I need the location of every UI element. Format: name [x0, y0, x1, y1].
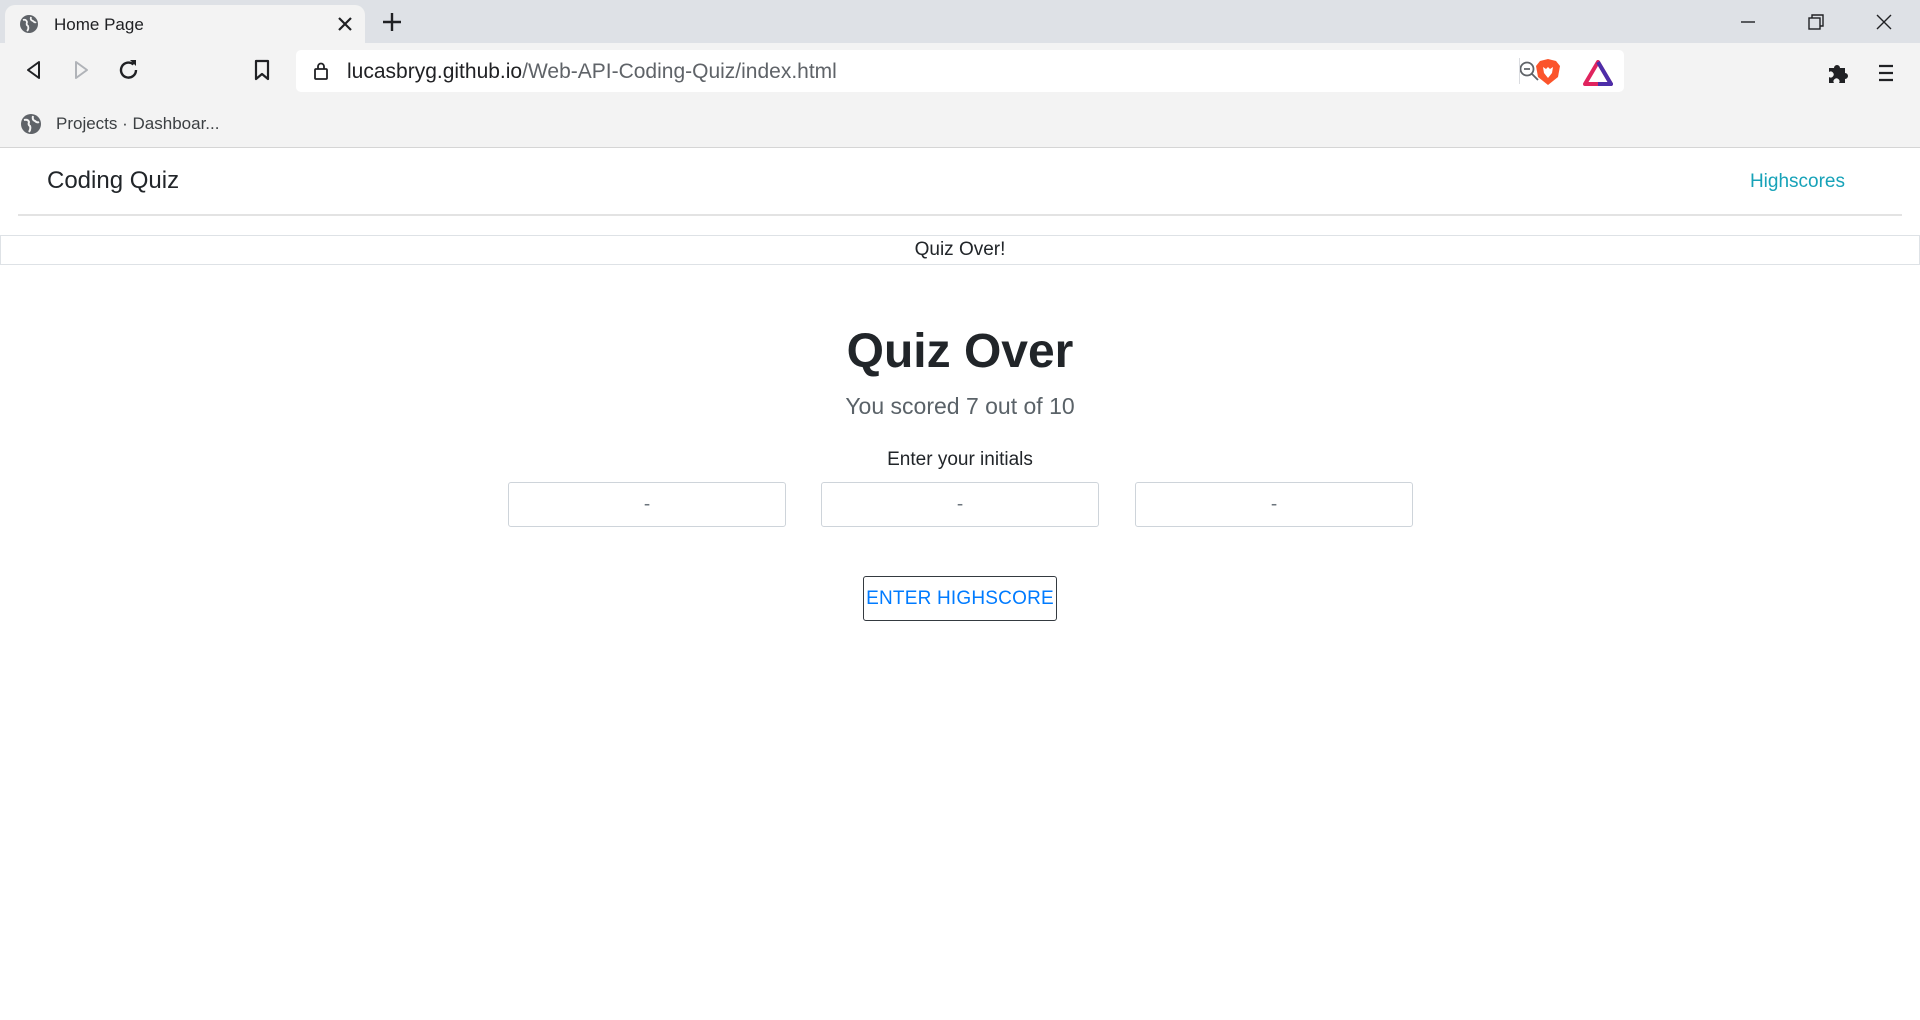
lock-icon[interactable]	[312, 61, 330, 81]
bookmarks-bar: Projects · Dashboar...	[0, 100, 1920, 148]
initial-input-3[interactable]	[1135, 482, 1413, 527]
close-tab-icon[interactable]	[335, 14, 355, 34]
omnibox-separator	[1519, 58, 1520, 84]
globe-icon	[20, 15, 38, 33]
minimize-icon[interactable]	[1736, 10, 1760, 34]
status-alert: Quiz Over!	[0, 235, 1920, 265]
address-bar[interactable]: lucasbryg.github.io/Web-API-Coding-Quiz/…	[296, 50, 1624, 92]
url-path: /Web-API-Coding-Quiz/index.html	[522, 60, 837, 83]
new-tab-icon[interactable]	[381, 11, 403, 33]
tab-home-page[interactable]: Home Page	[5, 5, 365, 43]
globe-icon	[21, 114, 41, 134]
brave-rewards-icon[interactable]	[1583, 60, 1613, 86]
browser-toolbar: lucasbryg.github.io/Web-API-Coding-Quiz/…	[0, 43, 1920, 100]
back-icon[interactable]	[20, 56, 48, 84]
menu-icon[interactable]	[1873, 60, 1899, 86]
site-brand[interactable]: Coding Quiz	[47, 167, 179, 195]
highscores-link[interactable]: Highscores	[1750, 171, 1845, 193]
site-navbar: Coding Quiz Highscores	[18, 149, 1902, 216]
score-text: You scored 7 out of 10	[845, 393, 1075, 419]
reload-icon[interactable]	[115, 56, 143, 84]
initial-input-2[interactable]	[821, 482, 1099, 527]
enter-highscore-button[interactable]: ENTER HIGHSCORE	[863, 576, 1057, 621]
page-title: Quiz Over	[846, 325, 1074, 378]
initial-input-1[interactable]	[508, 482, 786, 527]
tab-title: Home Page	[54, 15, 144, 34]
close-window-icon[interactable]	[1872, 10, 1896, 34]
bookmark-projects-dashboard[interactable]: Projects · Dashboar...	[20, 109, 219, 139]
bookmark-label: Projects · Dashboar...	[56, 114, 220, 133]
brave-shields-icon[interactable]	[1535, 58, 1561, 86]
forward-icon[interactable]	[67, 56, 95, 84]
url-host: lucasbryg.github.io	[347, 60, 523, 83]
initials-label: Enter your initials	[887, 449, 1033, 470]
url-text[interactable]: lucasbryg.github.io/Web-API-Coding-Quiz/…	[347, 60, 837, 84]
restore-icon[interactable]	[1804, 10, 1828, 34]
extensions-icon[interactable]	[1825, 60, 1851, 86]
page-content: Coding Quiz Highscores Quiz Over! Quiz O…	[0, 149, 1920, 1020]
bookmark-icon[interactable]	[248, 56, 276, 84]
tab-strip: Home Page	[0, 0, 1920, 43]
